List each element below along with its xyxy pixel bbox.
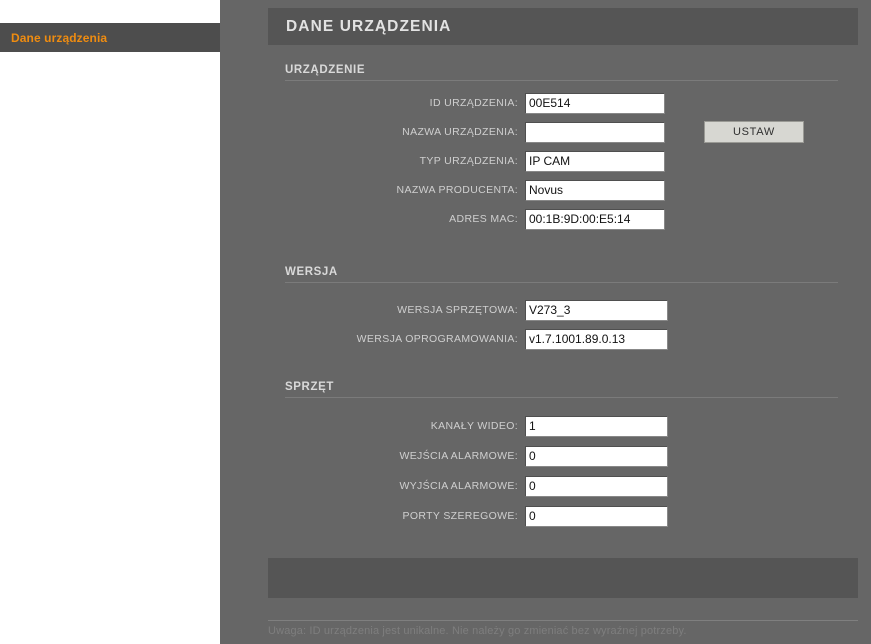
form-row-alarm-outputs: WYJŚCIA ALARMOWE: 0 [285, 475, 838, 497]
version-form: WERSJA SPRZĘTOWA: V273_3 WERSJA OPROGRAM… [285, 299, 838, 350]
section-heading-version: WERSJA [285, 266, 838, 283]
hardware-form: KANAŁY WIDEO: 1 WEJŚCIA ALARMOWE: 0 WYJŚ… [285, 415, 838, 527]
input-video-channels-value: 1 [529, 419, 536, 433]
input-device-name[interactable] [525, 121, 665, 143]
section-heading-device: URZĄDZENIE [285, 64, 838, 81]
label-hardware-version: WERSJA SPRZĘTOWA: [397, 304, 518, 316]
section-heading-hardware: SPRZĘT [285, 381, 838, 398]
label-software-version: WERSJA OPROGRAMOWANIA: [356, 333, 518, 345]
sidebar-item-device-info[interactable]: Dane urządzenia [0, 23, 220, 52]
input-hardware-version[interactable]: V273_3 [525, 299, 668, 321]
input-alarm-outputs[interactable]: 0 [525, 475, 668, 497]
input-device-id[interactable]: 00E514 [525, 92, 665, 114]
page-title: DANE URZĄDZENIA [286, 17, 452, 35]
label-alarm-outputs: WYJŚCIA ALARMOWE: [399, 480, 518, 492]
nav-column: Dane urządzenia [0, 0, 220, 644]
input-device-type-value: IP CAM [529, 154, 571, 168]
label-alarm-inputs: WEJŚCIA ALARMOWE: [399, 450, 518, 462]
form-row-software-version: WERSJA OPROGRAMOWANIA: v1.7.1001.89.0.13 [285, 328, 838, 350]
input-device-type[interactable]: IP CAM [525, 150, 665, 172]
section-hardware: SPRZĘT KANAŁY WIDEO: 1 WEJŚCIA ALARMOWE:… [285, 381, 838, 535]
label-device-type: TYP URZĄDZENIA: [419, 155, 518, 167]
input-manufacturer[interactable]: Novus [525, 179, 665, 201]
form-row-video-channels: KANAŁY WIDEO: 1 [285, 415, 838, 437]
form-row-device-type: TYP URZĄDZENIA: IP CAM [285, 150, 838, 172]
form-row-device-id: ID URZĄDZENIA: 00E514 [285, 92, 838, 114]
input-serial-ports-value: 0 [529, 509, 536, 523]
input-alarm-outputs-value: 0 [529, 479, 536, 493]
section-device: URZĄDZENIE ID URZĄDZENIA: 00E514 NAZWA U… [285, 64, 838, 237]
form-row-manufacturer: NAZWA PRODUCENTA: Novus [285, 179, 838, 201]
input-software-version-value: v1.7.1001.89.0.13 [529, 332, 626, 346]
device-form: ID URZĄDZENIA: 00E514 NAZWA URZĄDZENIA: … [285, 92, 838, 230]
label-device-id: ID URZĄDZENIA: [429, 97, 518, 109]
set-button[interactable]: USTAW [704, 121, 804, 143]
form-row-device-name: NAZWA URZĄDZENIA: USTAW [285, 121, 838, 143]
footer-bar [268, 558, 858, 598]
input-device-id-value: 00E514 [529, 96, 571, 110]
input-software-version[interactable]: v1.7.1001.89.0.13 [525, 328, 668, 350]
label-serial-ports: PORTY SZEREGOWE: [402, 510, 518, 522]
form-row-alarm-inputs: WEJŚCIA ALARMOWE: 0 [285, 445, 838, 467]
form-row-hardware-version: WERSJA SPRZĘTOWA: V273_3 [285, 299, 838, 321]
footer-note: Uwaga: ID urządzenia jest unikalne. Nie … [268, 625, 687, 637]
footer-divider [268, 620, 858, 621]
input-mac-address-value: 00:1B:9D:00:E5:14 [529, 212, 631, 226]
label-mac-address: ADRES MAC: [449, 213, 518, 225]
page-titlebar: DANE URZĄDZENIA [268, 8, 858, 45]
form-row-mac-address: ADRES MAC: 00:1B:9D:00:E5:14 [285, 208, 838, 230]
label-manufacturer: NAZWA PRODUCENTA: [396, 184, 518, 196]
input-video-channels[interactable]: 1 [525, 415, 668, 437]
page-root: Dane urządzenia DANE URZĄDZENIA URZĄDZEN… [0, 0, 871, 644]
input-mac-address[interactable]: 00:1B:9D:00:E5:14 [525, 208, 665, 230]
input-serial-ports[interactable]: 0 [525, 505, 668, 527]
label-video-channels: KANAŁY WIDEO: [430, 420, 518, 432]
label-device-name: NAZWA URZĄDZENIA: [402, 126, 518, 138]
section-version: WERSJA WERSJA SPRZĘTOWA: V273_3 WERSJA O… [285, 266, 838, 357]
input-manufacturer-value: Novus [529, 183, 564, 197]
form-row-serial-ports: PORTY SZEREGOWE: 0 [285, 505, 838, 527]
input-alarm-inputs[interactable]: 0 [525, 445, 668, 467]
sidebar-item-label: Dane urządzenia [11, 30, 108, 45]
input-hardware-version-value: V273_3 [529, 303, 571, 317]
main-panel: DANE URZĄDZENIA URZĄDZENIE ID URZĄDZENIA… [220, 0, 871, 644]
input-alarm-inputs-value: 0 [529, 449, 536, 463]
